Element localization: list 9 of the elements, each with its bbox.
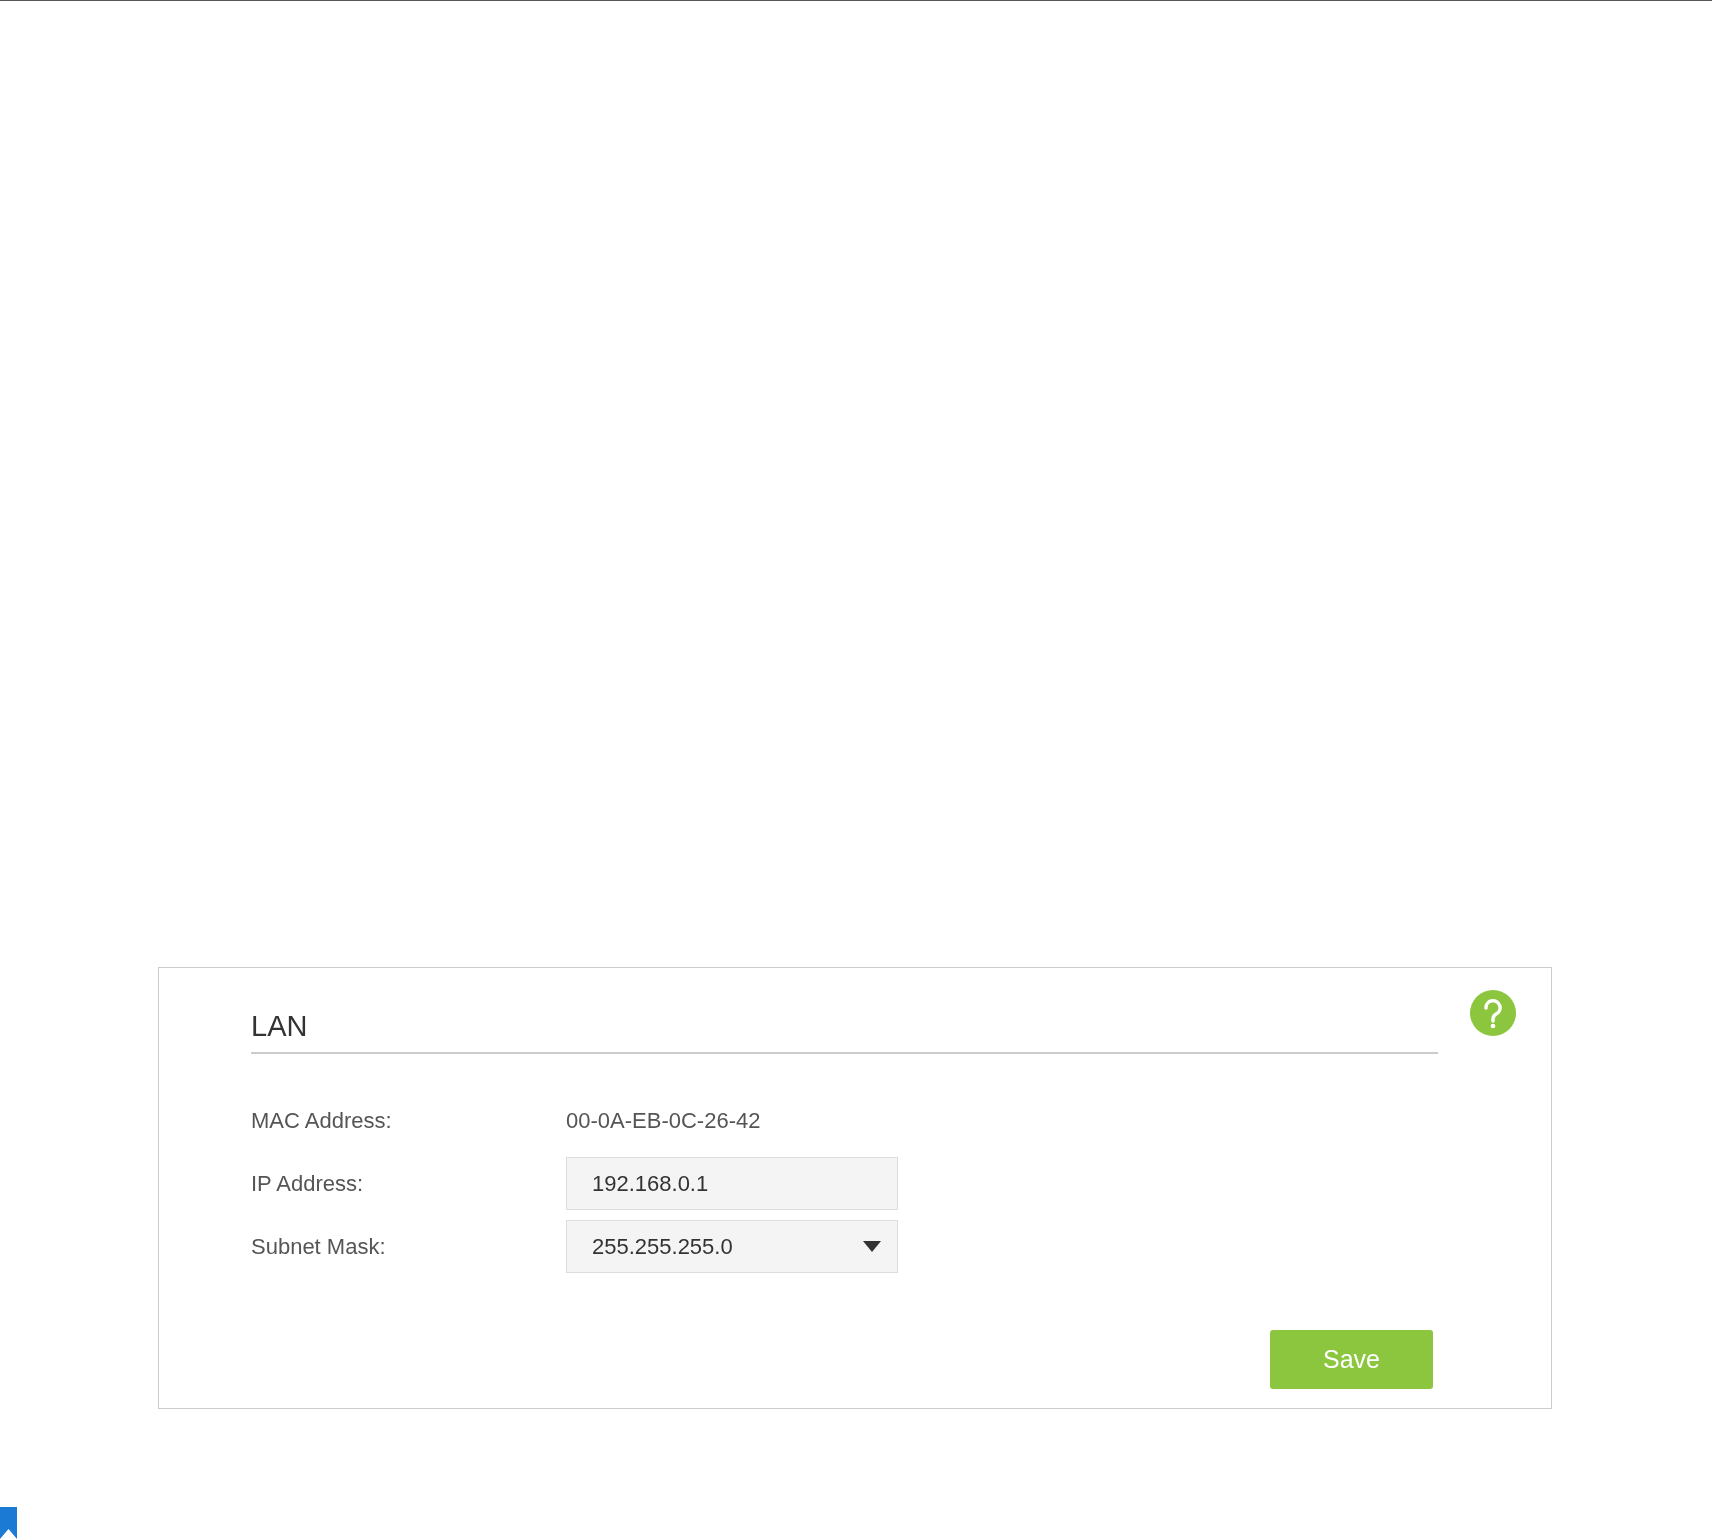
field-label: MAC Address: (251, 1107, 393, 1134)
field-label: IP Address: (251, 1170, 365, 1197)
caret-icon (863, 1241, 881, 1252)
bookmark-icon[interactable] (0, 1507, 17, 1539)
field-value: 00-0A-EB-0C-26-42 (566, 1107, 761, 1134)
section-title: LAN (251, 1010, 308, 1043)
dropdown-field[interactable]: 255.255.255.0 (566, 1220, 898, 1273)
field-label: Subnet Mask: (251, 1233, 387, 1260)
input-field[interactable]: 192.168.0.1 (566, 1157, 898, 1210)
